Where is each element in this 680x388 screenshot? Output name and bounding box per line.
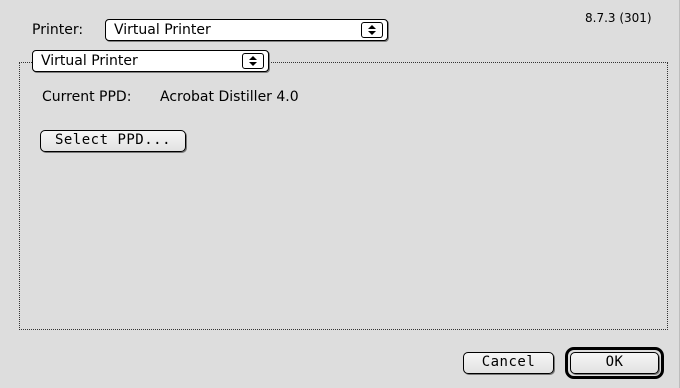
printer-select[interactable]: Virtual Printer [105, 19, 388, 41]
panel-select[interactable]: Virtual Printer [32, 50, 269, 72]
printer-select-value: Virtual Printer [114, 22, 211, 38]
ok-button[interactable]: OK [570, 352, 659, 374]
panel-select-value: Virtual Printer [41, 53, 138, 69]
printer-label: Printer: [32, 22, 84, 38]
cancel-button[interactable]: Cancel [463, 352, 554, 374]
up-down-arrows-icon [361, 22, 383, 38]
version-text: 8.7.3 (301) [585, 11, 652, 25]
print-dialog: Printer: Virtual Printer 8.7.3 (301) Vir… [0, 0, 680, 388]
up-down-arrows-icon [242, 53, 264, 69]
current-ppd-value: Acrobat Distiller 4.0 [160, 89, 299, 105]
current-ppd-label: Current PPD: [42, 89, 132, 105]
select-ppd-button[interactable]: Select PPD... [40, 130, 186, 152]
